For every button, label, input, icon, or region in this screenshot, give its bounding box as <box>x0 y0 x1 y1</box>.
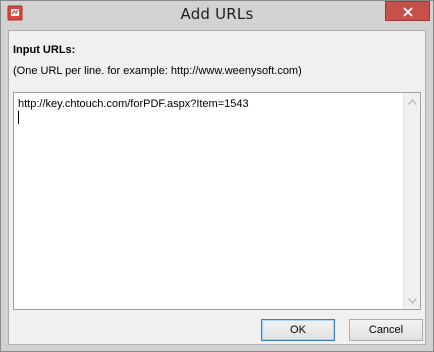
input-urls-hint: (One URL per line. for example: http://w… <box>13 65 302 77</box>
cancel-button[interactable]: Cancel <box>349 319 423 341</box>
vertical-scrollbar[interactable] <box>403 93 420 309</box>
urls-textarea[interactable]: http://key.chtouch.com/forPDF.aspx?Item=… <box>13 92 421 310</box>
scroll-up-arrow-icon[interactable] <box>404 93 420 110</box>
scroll-down-arrow-icon[interactable] <box>404 292 420 309</box>
text-caret <box>18 111 19 124</box>
close-button[interactable] <box>385 1 430 21</box>
dialog-body: Input URLs: (One URL per line. for examp… <box>8 30 426 345</box>
title-bar[interactable]: Add URLs <box>1 1 433 30</box>
close-icon <box>402 2 413 21</box>
window-title: Add URLs <box>180 5 254 23</box>
input-urls-heading: Input URLs: <box>13 44 76 56</box>
urls-textarea-value: http://key.chtouch.com/forPDF.aspx?Item=… <box>18 98 249 110</box>
ok-button[interactable]: OK <box>261 319 335 341</box>
add-urls-dialog: Add URLs Input URLs: (One URL per line. … <box>0 0 434 352</box>
